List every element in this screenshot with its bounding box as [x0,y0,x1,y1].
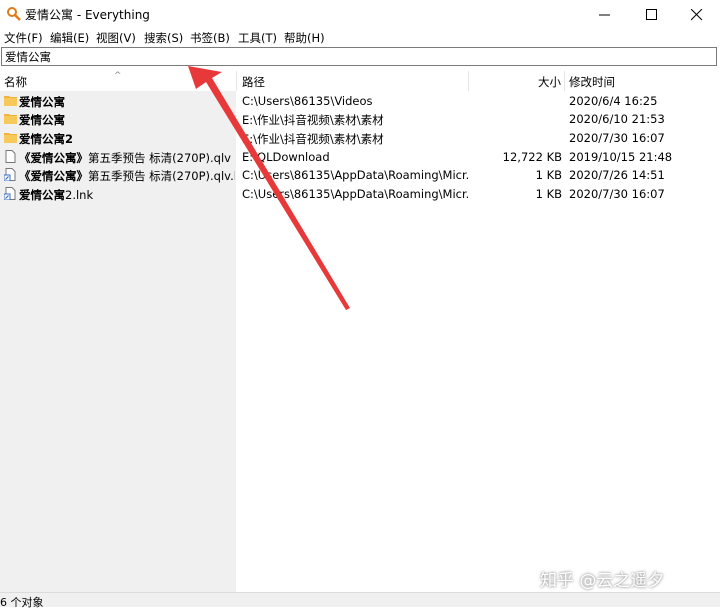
object-count: 6 个对象 [0,596,44,609]
file-path: C:\Users\86135\AppData\Roaming\Micr... [242,187,468,201]
folder-icon [4,96,17,106]
menu-view[interactable]: 视图(V) [96,30,136,46]
file-path: E:\作业\抖音视频\素材\素材 [242,132,384,146]
table-row[interactable]: 《爱情公寓》第五季预告 标清(270P).qlv E:\QLDownload 1… [0,148,720,166]
title-bar[interactable]: 爱情公寓 - Everything [0,0,720,29]
file-path: E:\作业\抖音视频\素材\素材 [242,113,384,127]
file-name: 爱情公寓 [19,113,65,127]
table-row[interactable]: 《爱情公寓》第五季预告 标清(270P).qlv.l... C:\Users\8… [0,166,720,184]
menu-search[interactable]: 搜索(S) [144,30,183,46]
table-row[interactable]: 爱情公寓2.lnk C:\Users\86135\AppData\Roaming… [0,185,720,203]
minimize-icon [599,14,610,16]
file-modified: 2020/7/30 16:07 [569,131,665,145]
file-name: 《爱情公寓》第五季预告 标清(270P).qlv.l... [19,169,235,183]
sort-ascending-icon: ^ [114,71,122,81]
minimize-button[interactable] [582,0,628,29]
everything-app-icon [7,7,21,21]
search-box [1,47,717,66]
shortcut-icon [4,168,16,181]
file-modified: 2020/6/10 21:53 [569,112,665,126]
column-header-size[interactable]: 大小 [538,74,561,90]
file-size: 12,722 KB [502,150,562,164]
menu-help[interactable]: 帮助(H) [284,30,325,46]
column-header-modified[interactable]: 修改时间 [569,74,615,90]
file-modified: 2019/10/15 21:48 [569,150,673,164]
close-icon [691,9,703,21]
maximize-button[interactable] [629,0,675,29]
column-divider[interactable] [564,71,565,91]
shortcut-icon [4,187,16,200]
table-row[interactable]: 爱情公寓 E:\作业\抖音视频\素材\素材 2020/6/10 21:53 [0,110,720,128]
menu-edit[interactable]: 编辑(E) [50,30,89,46]
folder-icon [4,114,17,124]
file-modified: 2020/7/26 14:51 [569,168,665,182]
file-name: 爱情公寓2.lnk [19,188,94,202]
file-modified: 2020/6/4 16:25 [569,94,658,108]
status-bar: 6 个对象 [0,592,720,609]
column-divider[interactable] [236,71,237,91]
table-row[interactable]: 爱情公寓 C:\Users\86135\Videos 2020/6/4 16:2… [0,92,720,110]
file-path: E:\QLDownload [242,150,330,164]
file-size: 1 KB [535,187,562,201]
file-size: 1 KB [535,168,562,182]
window-title: 爱情公寓 - Everything [25,8,150,22]
file-path: C:\Users\86135\AppData\Roaming\Micr... [242,168,468,182]
file-icon [5,150,16,163]
menu-file[interactable]: 文件(F) [4,30,43,46]
column-divider[interactable] [468,71,469,91]
column-header-name[interactable]: 名称 [4,74,27,90]
table-row[interactable]: 爱情公寓2 E:\作业\抖音视频\素材\素材 2020/7/30 16:07 [0,129,720,147]
maximize-icon [646,9,657,20]
file-name: 《爱情公寓》第五季预告 标清(270P).qlv [19,151,231,165]
close-button[interactable] [674,0,720,29]
search-input[interactable] [3,48,705,65]
menu-bar: 文件(F) 编辑(E) 视图(V) 搜索(S) 书签(B) 工具(T) 帮助(H… [0,29,720,46]
menu-bookmarks[interactable]: 书签(B) [190,30,230,46]
column-header-row: 名称 ^ 路径 大小 修改时间 [0,71,720,91]
file-modified: 2020/7/30 16:07 [569,187,665,201]
file-path: C:\Users\86135\Videos [242,94,373,108]
column-header-path[interactable]: 路径 [242,74,265,90]
watermark: 知乎 @云之遥夕 [540,571,665,591]
folder-icon [4,133,17,143]
menu-tools[interactable]: 工具(T) [238,30,277,46]
file-name: 爱情公寓 [19,95,65,109]
file-name: 爱情公寓2 [19,132,74,146]
